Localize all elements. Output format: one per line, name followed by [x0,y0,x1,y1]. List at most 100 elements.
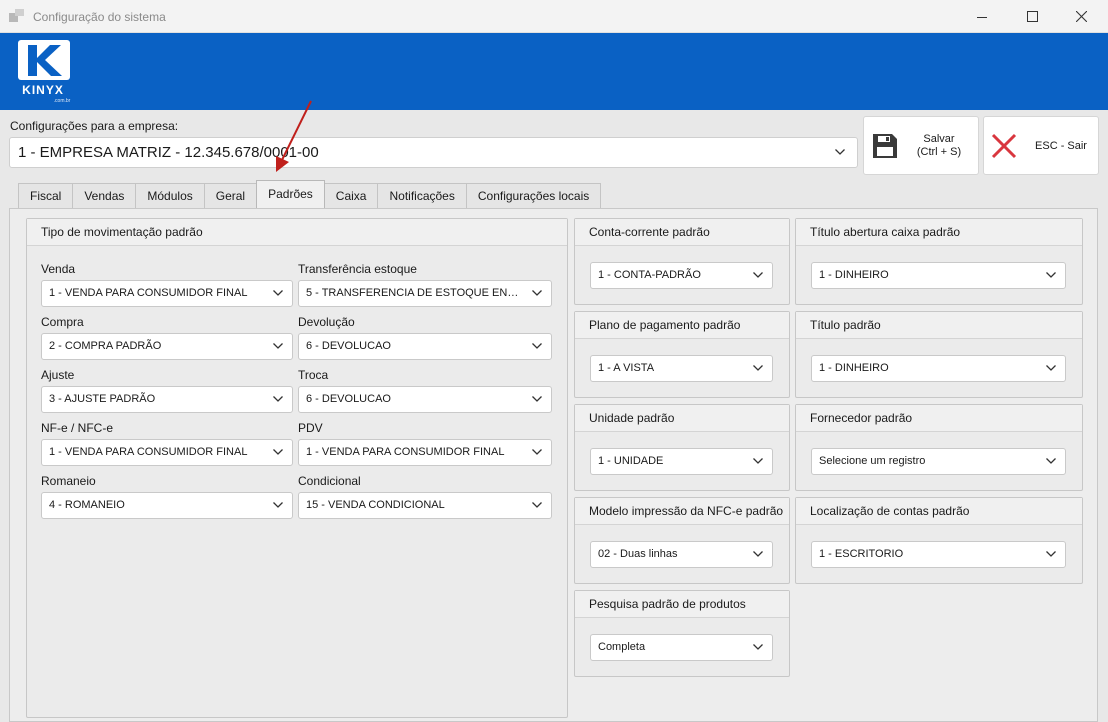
field-label-compra: Compra [41,315,84,329]
select-devolucao[interactable]: 6 - DEVOLUCAO [298,333,552,360]
select-value: 1 - DINHEIRO [819,269,889,281]
select-modelo-impressao[interactable]: 02 - Duas linhas [590,541,773,568]
select-value: 15 - VENDA CONDICIONAL [306,499,445,511]
exit-button[interactable]: ESC - Sair [983,116,1099,175]
group-unidade: Unidade padrão 1 - UNIDADE [574,404,790,491]
save-button-label: Salvar (Ctrl + S) [916,133,962,158]
select-romaneio[interactable]: 4 - ROMANEIO [41,492,293,519]
select-pesquisa-produtos[interactable]: Completa [590,634,773,661]
chevron-down-icon [1046,551,1056,557]
chevron-down-icon [753,458,763,464]
logo-subtext: .com.br [54,98,71,104]
select-titulo-abertura-caixa[interactable]: 1 - DINHEIRO [811,262,1066,289]
select-value: 4 - ROMANEIO [49,499,125,511]
select-troca[interactable]: 6 - DEVOLUCAO [298,386,552,413]
select-nfe[interactable]: 1 - VENDA PARA CONSUMIDOR FINAL [41,439,293,466]
group-modelo-impressao: Modelo impressão da NFC-e padrão 02 - Du… [574,497,790,584]
kinyx-logo: KINYX .com.br [18,40,71,104]
select-value: 6 - DEVOLUCAO [306,393,391,405]
tab-caixa[interactable]: Caixa [323,183,379,209]
minimize-icon [977,16,987,18]
field-label-nfe: NF-e / NFC-e [41,421,113,435]
field-label-troca: Troca [298,368,329,382]
select-value: 2 - COMPRA PADRÃO [49,340,162,352]
chevron-down-icon [532,290,542,296]
empresa-select[interactable]: 1 - EMPRESA MATRIZ - 12.345.678/0001-00 [9,137,858,168]
select-value: 1 - CONTA-PADRÃO [598,269,701,281]
chevron-down-icon [1046,272,1056,278]
select-plano-pagamento[interactable]: 1 - A VISTA [590,355,773,382]
group-title: Modelo impressão da NFC-e padrão [575,498,789,525]
select-pdv[interactable]: 1 - VENDA PARA CONSUMIDOR FINAL [298,439,552,466]
select-venda[interactable]: 1 - VENDA PARA CONSUMIDOR FINAL [41,280,293,307]
chevron-down-icon [1046,458,1056,464]
brand-header: KINYX .com.br [0,33,1108,110]
chevron-down-icon [532,396,542,402]
select-conta-corrente[interactable]: 1 - CONTA-PADRÃO [590,262,773,289]
select-ajuste[interactable]: 3 - AJUSTE PADRÃO [41,386,293,413]
chevron-down-icon [273,396,283,402]
group-title: Unidade padrão [575,405,789,432]
chevron-down-icon [273,290,283,296]
group-fornecedor: Fornecedor padrão Selecione um registro [795,404,1083,491]
select-transferencia[interactable]: 5 - TRANSFERENCIA DE ESTOQUE ENTRE EMPRE… [298,280,552,307]
group-title: Conta-corrente padrão [575,219,789,246]
save-button[interactable]: Salvar (Ctrl + S) [863,116,979,175]
title-bar: Configuração do sistema [0,0,1108,33]
logo-text: KINYX [22,83,64,97]
select-condicional[interactable]: 15 - VENDA CONDICIONAL [298,492,552,519]
select-compra[interactable]: 2 - COMPRA PADRÃO [41,333,293,360]
select-localizacao-contas[interactable]: 1 - ESCRITORIO [811,541,1066,568]
group-movimentacao: Tipo de movimentação padrão Venda 1 - VE… [26,218,568,718]
select-titulo-padrao[interactable]: 1 - DINHEIRO [811,355,1066,382]
close-x-icon [991,133,1017,159]
tab-modulos[interactable]: Módulos [135,183,205,209]
select-value: 02 - Duas linhas [598,548,678,560]
tab-panel-padroes: Tipo de movimentação padrão Venda 1 - VE… [9,208,1098,722]
group-title: Localização de contas padrão [796,498,1082,525]
field-label-romaneio: Romaneio [41,474,96,488]
select-value: 5 - TRANSFERENCIA DE ESTOQUE ENTRE EMPRE… [306,287,551,299]
select-value: 1 - DINHEIRO [819,362,889,374]
tab-bar: Fiscal Vendas Módulos Geral Padrões Caix… [18,180,602,209]
chevron-down-icon [532,343,542,349]
select-value: 1 - VENDA PARA CONSUMIDOR FINAL [49,446,248,458]
chevron-down-icon [753,272,763,278]
tab-geral[interactable]: Geral [203,183,258,209]
chevron-down-icon [753,644,763,650]
select-value: Selecione um registro [819,455,926,467]
maximize-icon [1026,11,1038,22]
chevron-down-icon [273,449,283,455]
select-fornecedor[interactable]: Selecione um registro [811,448,1066,475]
close-button[interactable] [1058,0,1104,33]
select-value: 3 - AJUSTE PADRÃO [49,393,156,405]
chevron-down-icon [753,551,763,557]
maximize-button[interactable] [1009,0,1055,33]
chevron-down-icon [753,365,763,371]
select-value: 1 - VENDA PARA CONSUMIDOR FINAL [306,446,505,458]
tab-fiscal[interactable]: Fiscal [18,183,74,209]
field-label-devolucao: Devolução [298,315,355,329]
field-label-transferencia: Transferência estoque [298,262,417,276]
field-label-ajuste: Ajuste [41,368,75,382]
tab-configuracoes-locais[interactable]: Configurações locais [465,183,602,209]
chevron-down-icon [835,149,845,155]
group-title: Fornecedor padrão [796,405,1082,432]
group-title: Tipo de movimentação padrão [27,219,567,246]
chevron-down-icon [273,343,283,349]
tab-notificacoes[interactable]: Notificações [377,183,467,209]
select-value: Completa [598,641,646,653]
select-value: 1 - A VISTA [598,362,655,374]
window-title: Configuração do sistema [33,10,166,24]
close-icon [1075,11,1087,22]
group-title: Pesquisa padrão de produtos [575,591,789,618]
group-titulo-padrao: Título padrão 1 - DINHEIRO [795,311,1083,398]
group-title: Título abertura caixa padrão [796,219,1082,246]
tab-padroes[interactable]: Padrões [256,180,325,208]
tab-vendas[interactable]: Vendas [72,183,137,209]
select-unidade[interactable]: 1 - UNIDADE [590,448,773,475]
group-title: Título padrão [796,312,1082,339]
app-icon [9,9,25,23]
floppy-disk-icon [873,134,897,158]
minimize-button[interactable] [959,0,1005,33]
